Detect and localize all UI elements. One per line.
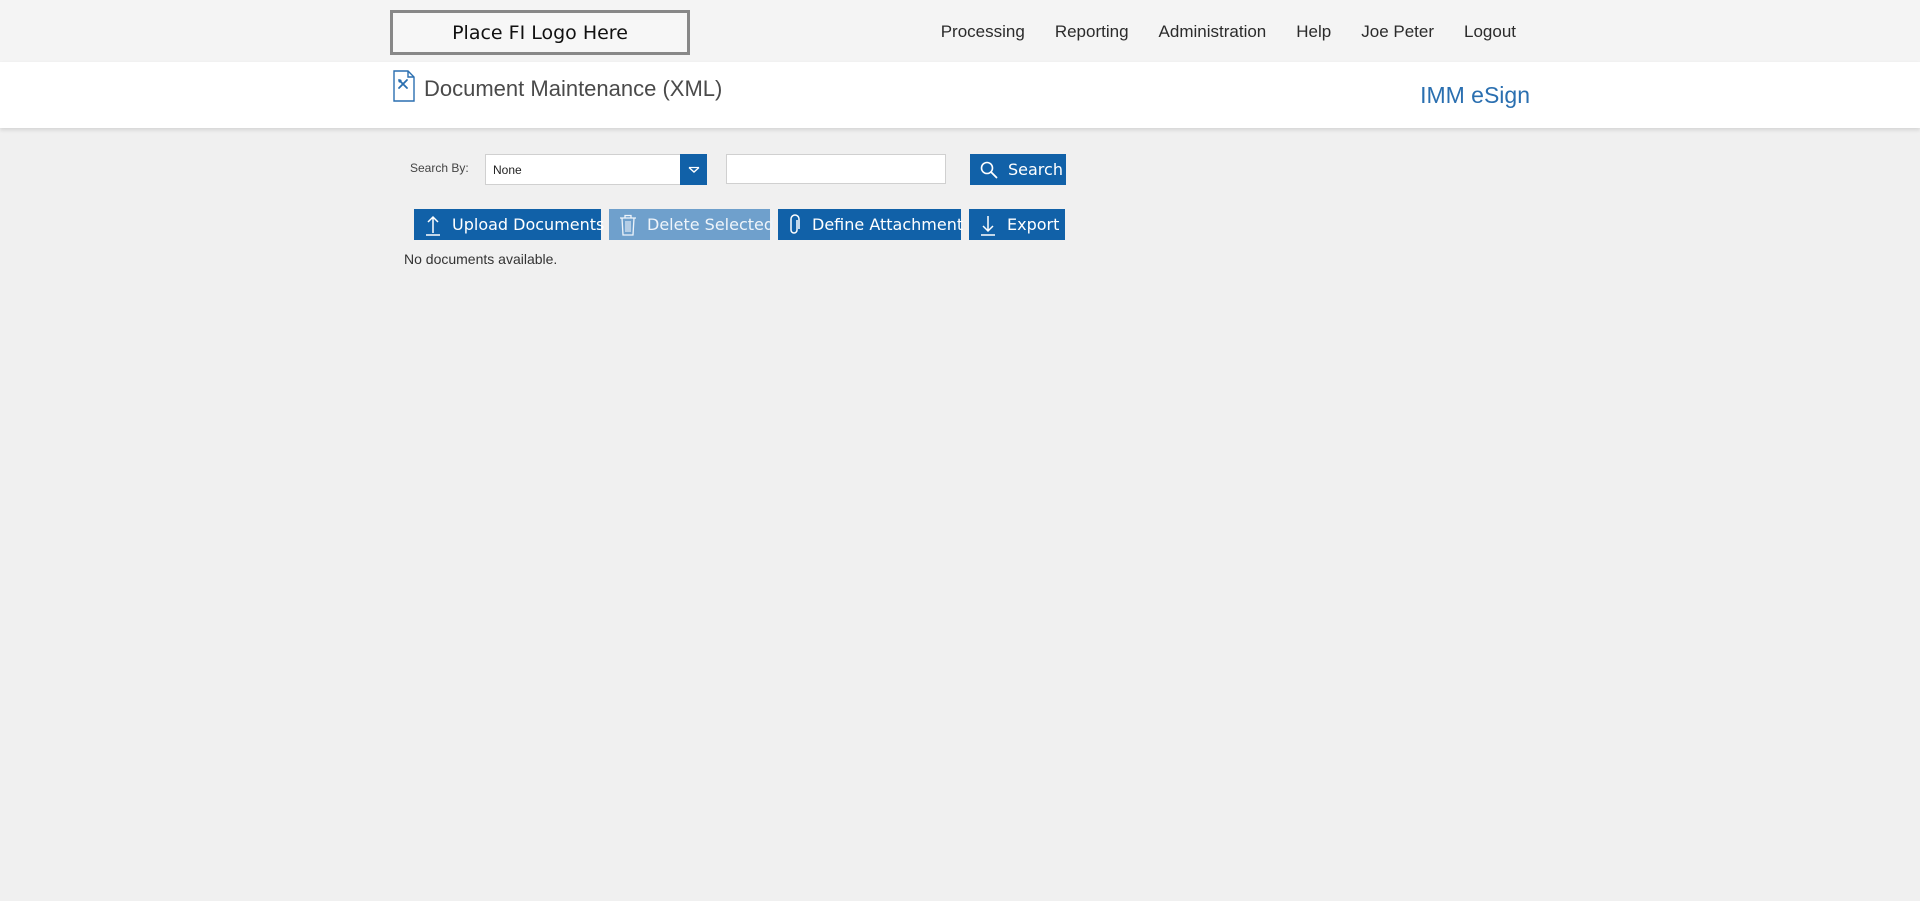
delete-selected-button[interactable]: Delete Selected	[609, 209, 774, 240]
nav-item-reporting[interactable]: Reporting	[1055, 22, 1129, 42]
page-title: Document Maintenance (XML)	[424, 76, 723, 101]
top-navigation-bar: Place FI Logo Here Processing Reporting …	[0, 0, 1920, 62]
document-settings-icon	[393, 70, 415, 102]
nav-item-help[interactable]: Help	[1296, 22, 1331, 42]
delete-selected-label: Delete Selected	[647, 215, 775, 234]
fi-logo-placeholder[interactable]: Place FI Logo Here	[390, 10, 690, 55]
product-name: IMM eSign	[1420, 82, 1530, 108]
export-label: Export	[1007, 215, 1060, 234]
nav-item-logout[interactable]: Logout	[1464, 22, 1516, 42]
search-input[interactable]	[726, 154, 946, 184]
upload-documents-label: Upload Documents	[452, 215, 605, 234]
define-attachment-label: Define Attachment	[812, 215, 964, 234]
nav-item-user-profile[interactable]: Joe Peter	[1361, 22, 1434, 42]
page-header: Document Maintenance (XML) IMM eSign	[0, 62, 1920, 128]
search-by-selected-value: None	[493, 163, 522, 177]
export-button[interactable]: Export	[969, 209, 1065, 240]
search-by-label: Search By:	[410, 161, 469, 175]
paperclip-icon	[788, 213, 802, 236]
trash-icon	[619, 214, 637, 236]
search-button[interactable]: Search	[970, 154, 1066, 185]
empty-state-message: No documents available.	[404, 251, 558, 267]
dropdown-toggle[interactable]	[680, 154, 707, 185]
download-icon	[979, 214, 997, 236]
upload-documents-button[interactable]: Upload Documents	[414, 209, 605, 240]
chevron-down-icon	[688, 166, 699, 173]
nav-item-processing[interactable]: Processing	[941, 22, 1025, 42]
page-title-group: Document Maintenance (XML)	[392, 70, 723, 102]
main-nav: Processing Reporting Administration Help…	[911, 22, 1516, 42]
define-attachment-button[interactable]: Define Attachment	[778, 209, 964, 240]
nav-item-administration[interactable]: Administration	[1159, 22, 1267, 42]
search-by-select[interactable]: None	[485, 154, 707, 185]
upload-icon	[424, 214, 442, 236]
search-button-label: Search	[1008, 160, 1063, 179]
search-icon	[980, 161, 998, 179]
